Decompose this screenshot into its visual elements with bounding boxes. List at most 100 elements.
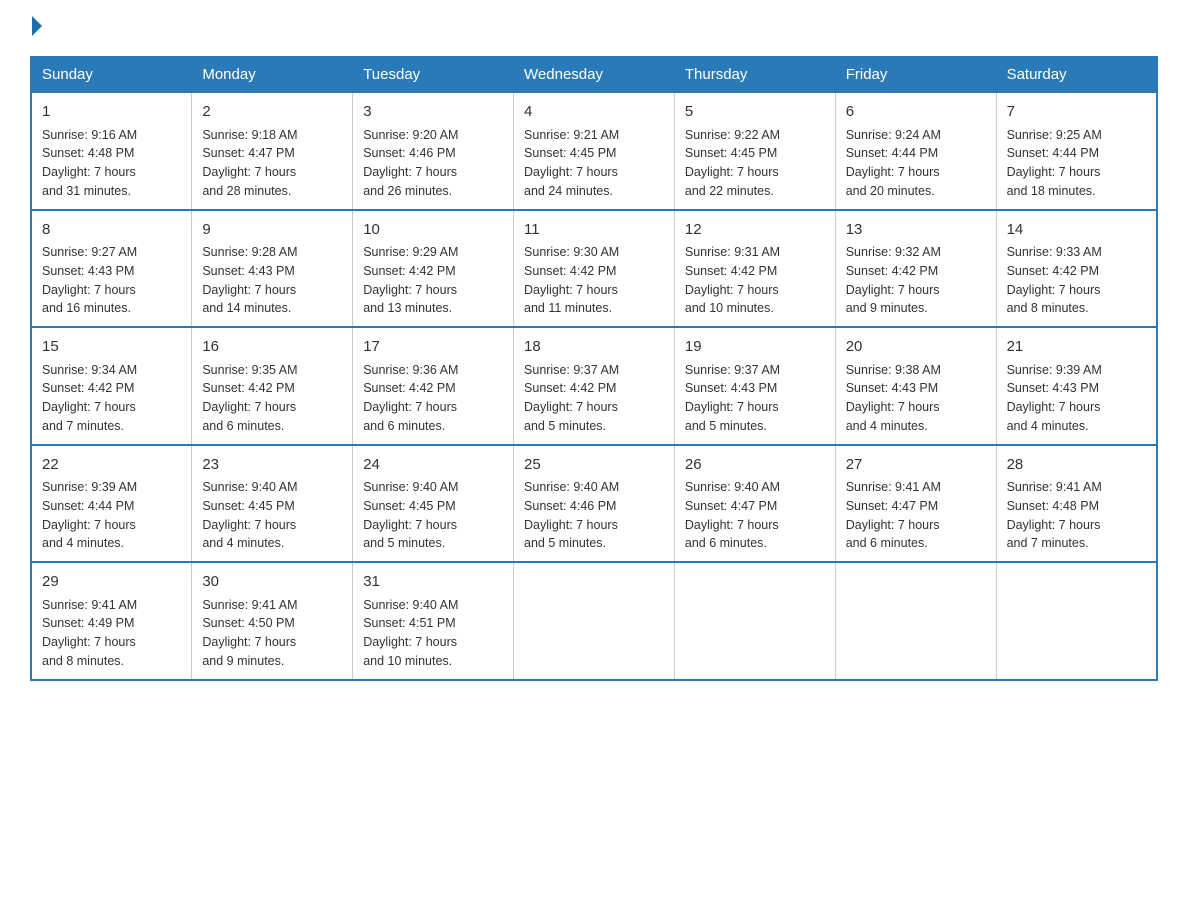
cell-daylight-hours: Daylight: 7 hours [202,283,296,297]
cell-sunrise: Sunrise: 9:40 AM [685,480,780,494]
cell-sunrise: Sunrise: 9:41 AM [846,480,941,494]
cell-sunset: Sunset: 4:49 PM [42,616,134,630]
cell-daylight-hours: Daylight: 7 hours [363,518,457,532]
cell-sunrise: Sunrise: 9:38 AM [846,363,941,377]
calendar-cell: 22Sunrise: 9:39 AMSunset: 4:44 PMDayligh… [31,445,192,563]
cell-sunrise: Sunrise: 9:40 AM [524,480,619,494]
cell-daylight-hours: Daylight: 7 hours [1007,400,1101,414]
cell-sunrise: Sunrise: 9:36 AM [363,363,458,377]
cell-sunrise: Sunrise: 9:41 AM [1007,480,1102,494]
cell-daylight-hours: Daylight: 7 hours [524,165,618,179]
day-number: 31 [363,571,503,594]
cell-daylight-mins: and 9 minutes. [846,301,928,315]
cell-daylight-mins: and 6 minutes. [846,536,928,550]
day-number: 13 [846,219,986,242]
weekday-header-friday: Friday [835,57,996,92]
cell-daylight-hours: Daylight: 7 hours [363,165,457,179]
day-number: 27 [846,454,986,477]
cell-sunset: Sunset: 4:42 PM [1007,264,1099,278]
calendar-cell: 9Sunrise: 9:28 AMSunset: 4:43 PMDaylight… [192,210,353,328]
cell-sunset: Sunset: 4:48 PM [1007,499,1099,513]
cell-daylight-mins: and 11 minutes. [524,301,612,315]
cell-sunrise: Sunrise: 9:25 AM [1007,128,1102,142]
cell-sunset: Sunset: 4:42 PM [524,264,616,278]
cell-daylight-hours: Daylight: 7 hours [1007,165,1101,179]
calendar-cell [674,562,835,680]
cell-sunrise: Sunrise: 9:31 AM [685,245,780,259]
calendar-cell: 18Sunrise: 9:37 AMSunset: 4:42 PMDayligh… [514,327,675,445]
calendar-cell: 11Sunrise: 9:30 AMSunset: 4:42 PMDayligh… [514,210,675,328]
cell-sunrise: Sunrise: 9:27 AM [42,245,137,259]
cell-sunset: Sunset: 4:43 PM [202,264,294,278]
cell-sunset: Sunset: 4:42 PM [42,381,134,395]
day-number: 12 [685,219,825,242]
cell-sunset: Sunset: 4:47 PM [846,499,938,513]
cell-daylight-hours: Daylight: 7 hours [846,400,940,414]
cell-daylight-mins: and 18 minutes. [1007,184,1096,198]
calendar-week-row: 1Sunrise: 9:16 AMSunset: 4:48 PMDaylight… [31,92,1157,210]
day-number: 11 [524,219,664,242]
day-number: 2 [202,101,342,124]
cell-sunset: Sunset: 4:43 PM [846,381,938,395]
cell-daylight-mins: and 6 minutes. [685,536,767,550]
day-number: 23 [202,454,342,477]
cell-sunset: Sunset: 4:42 PM [363,381,455,395]
day-number: 5 [685,101,825,124]
cell-sunrise: Sunrise: 9:22 AM [685,128,780,142]
cell-daylight-hours: Daylight: 7 hours [685,165,779,179]
calendar-cell: 12Sunrise: 9:31 AMSunset: 4:42 PMDayligh… [674,210,835,328]
cell-daylight-mins: and 7 minutes. [42,419,124,433]
calendar-cell: 19Sunrise: 9:37 AMSunset: 4:43 PMDayligh… [674,327,835,445]
cell-daylight-hours: Daylight: 7 hours [202,518,296,532]
cell-sunrise: Sunrise: 9:29 AM [363,245,458,259]
cell-daylight-mins: and 4 minutes. [42,536,124,550]
day-number: 3 [363,101,503,124]
calendar-cell: 21Sunrise: 9:39 AMSunset: 4:43 PMDayligh… [996,327,1157,445]
calendar-week-row: 22Sunrise: 9:39 AMSunset: 4:44 PMDayligh… [31,445,1157,563]
calendar-cell: 1Sunrise: 9:16 AMSunset: 4:48 PMDaylight… [31,92,192,210]
calendar-cell: 24Sunrise: 9:40 AMSunset: 4:45 PMDayligh… [353,445,514,563]
cell-sunrise: Sunrise: 9:41 AM [202,598,297,612]
calendar-cell: 17Sunrise: 9:36 AMSunset: 4:42 PMDayligh… [353,327,514,445]
cell-sunset: Sunset: 4:47 PM [202,146,294,160]
weekday-header-saturday: Saturday [996,57,1157,92]
calendar-cell: 6Sunrise: 9:24 AMSunset: 4:44 PMDaylight… [835,92,996,210]
cell-daylight-mins: and 7 minutes. [1007,536,1089,550]
weekday-header-monday: Monday [192,57,353,92]
calendar-cell: 16Sunrise: 9:35 AMSunset: 4:42 PMDayligh… [192,327,353,445]
cell-sunrise: Sunrise: 9:37 AM [685,363,780,377]
calendar-cell: 23Sunrise: 9:40 AMSunset: 4:45 PMDayligh… [192,445,353,563]
cell-daylight-hours: Daylight: 7 hours [202,400,296,414]
cell-sunrise: Sunrise: 9:39 AM [1007,363,1102,377]
day-number: 30 [202,571,342,594]
cell-sunrise: Sunrise: 9:35 AM [202,363,297,377]
cell-sunset: Sunset: 4:46 PM [363,146,455,160]
cell-daylight-hours: Daylight: 7 hours [846,283,940,297]
day-number: 15 [42,336,181,359]
calendar-cell: 20Sunrise: 9:38 AMSunset: 4:43 PMDayligh… [835,327,996,445]
cell-daylight-hours: Daylight: 7 hours [363,400,457,414]
cell-daylight-hours: Daylight: 7 hours [685,518,779,532]
cell-sunset: Sunset: 4:46 PM [524,499,616,513]
cell-daylight-mins: and 4 minutes. [202,536,284,550]
cell-daylight-mins: and 13 minutes. [363,301,452,315]
logo-arrow-icon [32,16,42,36]
cell-sunrise: Sunrise: 9:40 AM [363,598,458,612]
weekday-header-sunday: Sunday [31,57,192,92]
cell-sunset: Sunset: 4:44 PM [42,499,134,513]
day-number: 1 [42,101,181,124]
cell-sunset: Sunset: 4:45 PM [363,499,455,513]
day-number: 16 [202,336,342,359]
cell-daylight-mins: and 6 minutes. [363,419,445,433]
calendar-cell: 2Sunrise: 9:18 AMSunset: 4:47 PMDaylight… [192,92,353,210]
cell-daylight-mins: and 10 minutes. [363,654,452,668]
cell-sunrise: Sunrise: 9:30 AM [524,245,619,259]
cell-sunrise: Sunrise: 9:41 AM [42,598,137,612]
day-number: 7 [1007,101,1146,124]
cell-sunset: Sunset: 4:44 PM [1007,146,1099,160]
weekday-header-row: SundayMondayTuesdayWednesdayThursdayFrid… [31,57,1157,92]
cell-sunrise: Sunrise: 9:33 AM [1007,245,1102,259]
cell-sunset: Sunset: 4:47 PM [685,499,777,513]
cell-daylight-hours: Daylight: 7 hours [1007,283,1101,297]
day-number: 19 [685,336,825,359]
